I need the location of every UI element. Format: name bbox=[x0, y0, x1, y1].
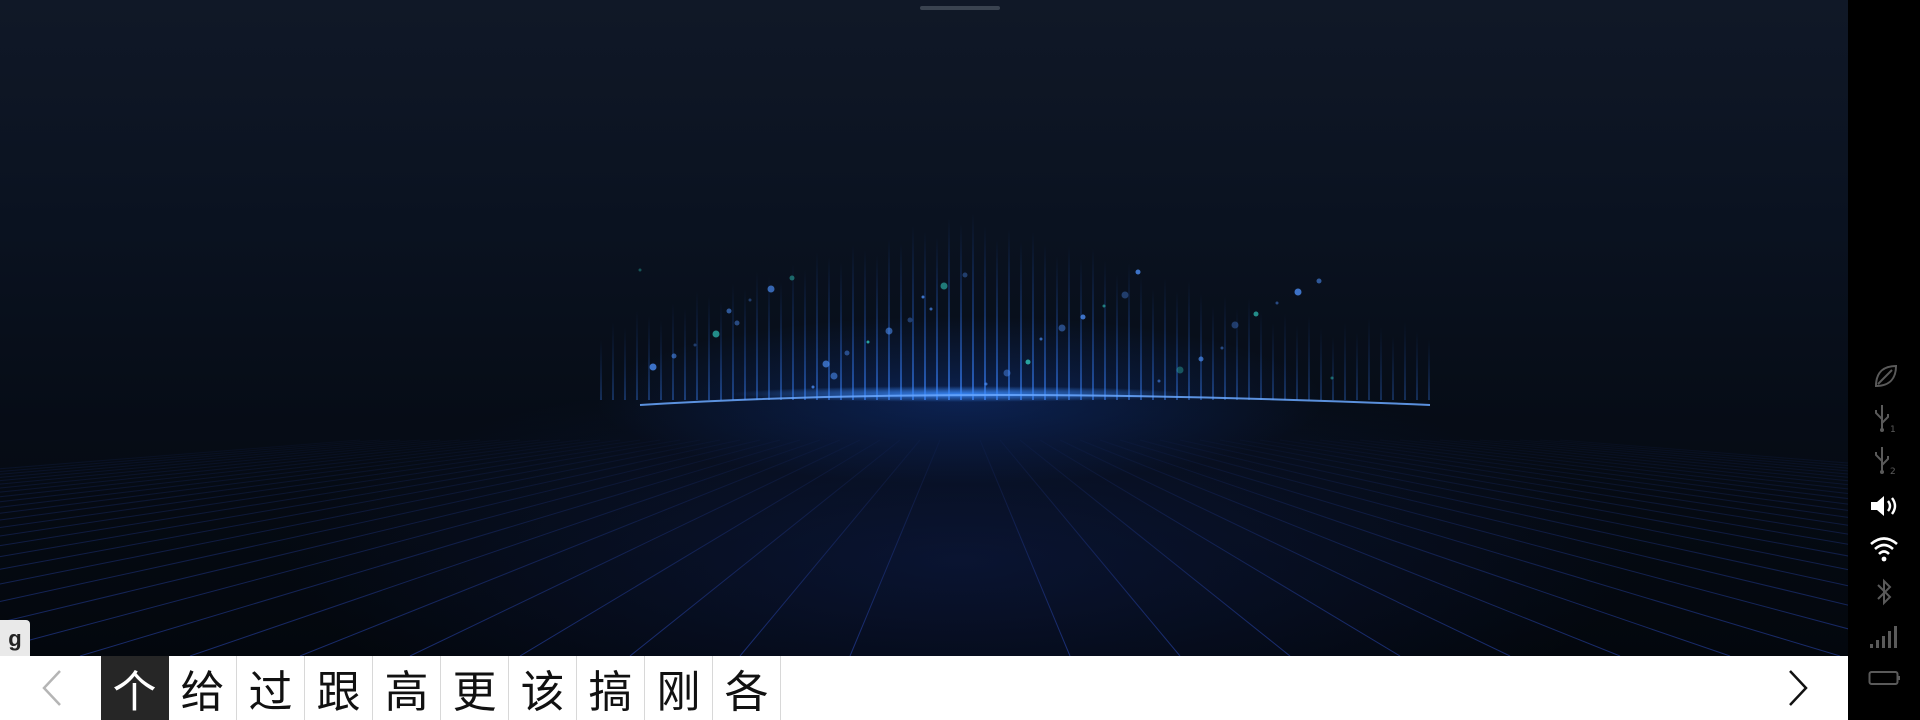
candidate-item[interactable]: 各 bbox=[713, 656, 781, 720]
typed-key-preview: g bbox=[0, 620, 30, 656]
signal-icon bbox=[1868, 620, 1900, 652]
svg-text:2: 2 bbox=[1890, 467, 1896, 475]
status-bar: 1 2 bbox=[1848, 0, 1920, 720]
previous-page-button[interactable] bbox=[30, 666, 74, 710]
drag-handle[interactable] bbox=[920, 6, 1000, 10]
candidate-item[interactable]: 给 bbox=[169, 656, 237, 720]
candidate-item[interactable]: 搞 bbox=[577, 656, 645, 720]
wifi-icon[interactable] bbox=[1868, 532, 1900, 564]
next-page-button[interactable] bbox=[1776, 666, 1820, 710]
wallpaper-art bbox=[0, 213, 1848, 656]
wallpaper bbox=[0, 0, 1848, 656]
candidate-item[interactable]: 跟 bbox=[305, 656, 373, 720]
usb-2-icon: 2 bbox=[1868, 444, 1900, 476]
chevron-right-icon bbox=[1789, 670, 1808, 706]
home-screen: g 个给过跟高更该搞刚各 bbox=[0, 0, 1848, 720]
svg-text:1: 1 bbox=[1890, 425, 1896, 433]
volume-icon[interactable] bbox=[1868, 490, 1900, 522]
candidate-item[interactable]: 过 bbox=[237, 656, 305, 720]
candidate-item[interactable]: 该 bbox=[509, 656, 577, 720]
battery-icon bbox=[1868, 662, 1900, 694]
candidate-item[interactable]: 更 bbox=[441, 656, 509, 720]
candidate-item[interactable]: 个 bbox=[101, 656, 169, 720]
ime-candidate-bar: 个给过跟高更该搞刚各 bbox=[0, 656, 1848, 720]
candidate-item[interactable]: 高 bbox=[373, 656, 441, 720]
candidate-item[interactable]: 刚 bbox=[645, 656, 713, 720]
chevron-left-icon bbox=[42, 670, 61, 706]
candidate-list: 个给过跟高更该搞刚各 bbox=[101, 656, 781, 720]
leaf-icon bbox=[1868, 360, 1900, 392]
usb-1-icon: 1 bbox=[1868, 402, 1900, 434]
bluetooth-icon[interactable] bbox=[1868, 576, 1900, 608]
